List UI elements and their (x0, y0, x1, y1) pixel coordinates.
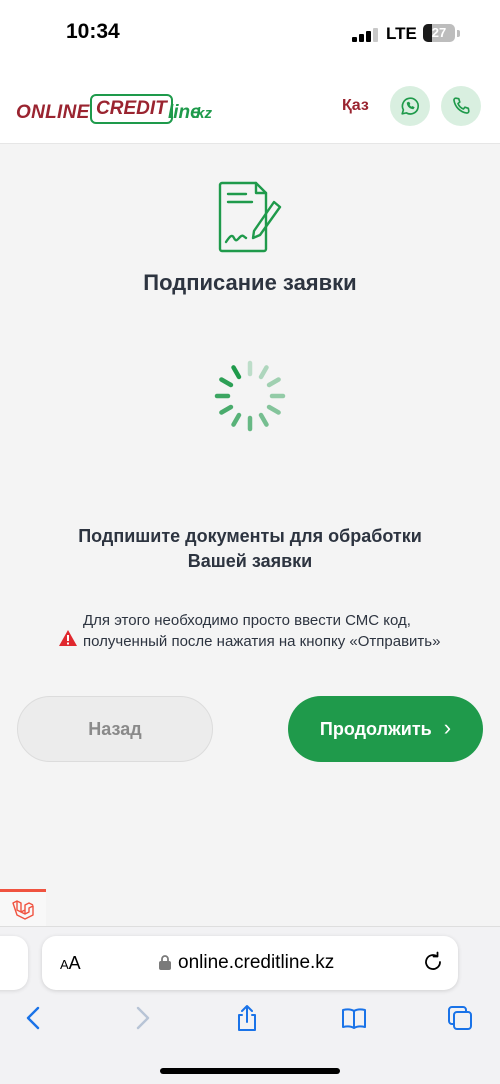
status-bar: 10:34 LTE 27 (0, 0, 500, 70)
logo-text-online: ONLINE. (16, 102, 96, 123)
spinner-segment (219, 404, 234, 415)
aa-small: A (60, 957, 69, 972)
back-button[interactable]: Назад (17, 696, 213, 762)
previous-tab-preview[interactable] (0, 936, 28, 990)
language-switch[interactable]: Қаз (342, 97, 369, 115)
whatsapp-icon (401, 97, 419, 115)
logo-text-credit: CREDIT (90, 94, 173, 124)
aa-large: A (68, 953, 81, 973)
debug-toolbar-tab[interactable] (0, 889, 46, 927)
back-arrow-icon[interactable] (20, 1004, 48, 1032)
phone-icon (453, 97, 470, 114)
chevron-right-icon: › (443, 715, 452, 740)
status-time: 10:34 (66, 20, 120, 43)
whatsapp-button[interactable] (390, 86, 430, 126)
battery-icon: 27 (423, 24, 455, 42)
instruction-text: Подпишите документы для обработки Вашей … (78, 526, 422, 571)
logo-text-kz: .kz (192, 105, 213, 122)
back-button-label: Назад (88, 718, 142, 739)
reader-settings-button[interactable]: AA (60, 953, 81, 974)
network-label: LTE (386, 24, 417, 43)
reload-icon[interactable] (422, 951, 444, 973)
warning-text: Для этого необходимо просто ввести СМС к… (83, 612, 441, 650)
laravel-icon (12, 899, 34, 920)
phone-button[interactable] (441, 86, 481, 126)
site-header: ONLINE. CREDIT line .kz Қаз (0, 70, 500, 144)
page-title: Подписание заявки (143, 270, 357, 295)
forward-arrow-icon[interactable] (128, 1004, 156, 1032)
battery-level: 27 (431, 25, 447, 40)
loading-spinner (214, 360, 286, 432)
continue-button[interactable]: Продолжить › (288, 696, 483, 762)
spinner-segment (258, 365, 269, 380)
spinner-segment (266, 404, 281, 415)
url-text[interactable]: online.creditline.kz (178, 952, 334, 974)
continue-button-label: Продолжить (319, 718, 432, 739)
spinner-segment (258, 412, 269, 427)
spinner-segment (231, 412, 242, 427)
spinner-segment (231, 365, 242, 380)
spinner-segment (266, 377, 281, 388)
battery-tip (457, 30, 460, 37)
lock-icon (159, 955, 171, 970)
bookmarks-icon[interactable] (340, 1004, 368, 1032)
spinner-segment (219, 377, 234, 388)
share-icon[interactable] (233, 1004, 261, 1032)
document-sign-icon (218, 181, 282, 253)
tabs-icon[interactable] (446, 1004, 474, 1032)
home-indicator (160, 1068, 340, 1074)
warning-icon (59, 630, 77, 646)
signal-icon (352, 28, 378, 42)
